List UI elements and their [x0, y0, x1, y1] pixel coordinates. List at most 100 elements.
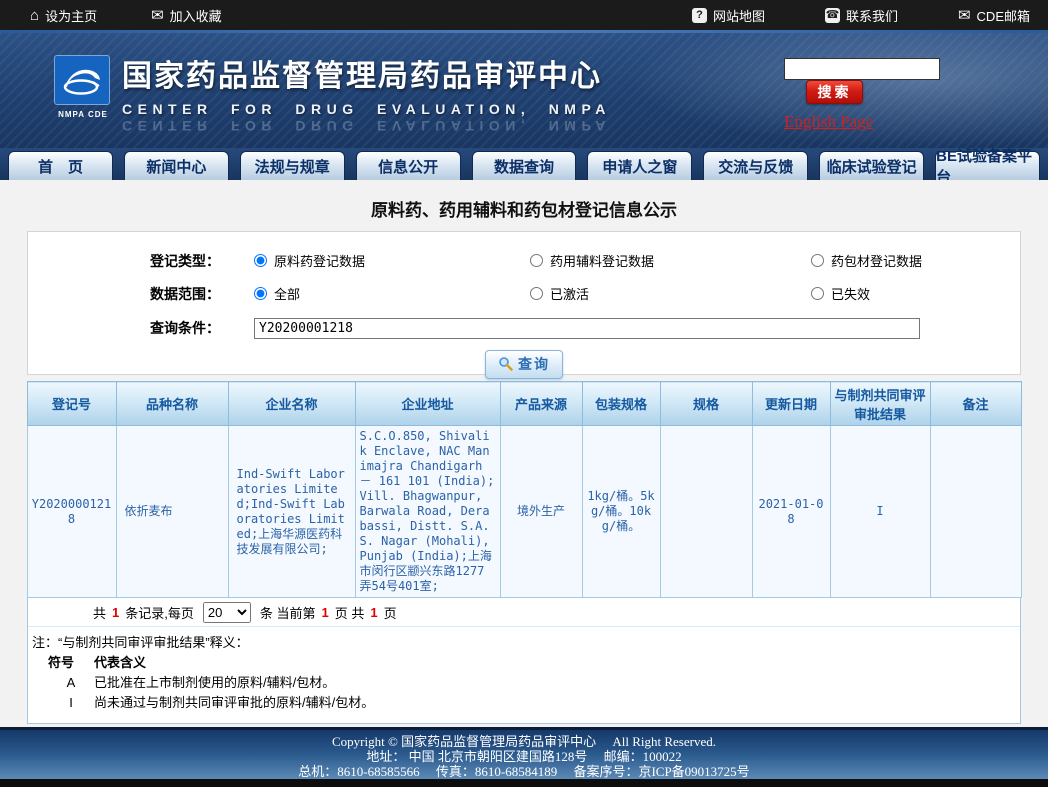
pagination-bar: 共 1 条记录,每页 20 条 当前第 1 页 共 1 页	[28, 598, 1020, 627]
logo-icon	[54, 55, 110, 105]
nav-tab-regulations[interactable]: 法规与规章	[240, 151, 345, 180]
note-meaning-a: 已批准在上市制剂使用的原料/辅料/包材。	[94, 673, 335, 693]
results-table: 登记号 品种名称 企业名称 企业地址 产品来源 包装规格 规格 更新日期 与制剂…	[27, 381, 1022, 598]
site-title-en-reflection: CENTER FOR DRUG EVALUATION, NMPA	[122, 118, 611, 134]
pagination-text: 页 共	[335, 603, 365, 622]
english-page-link[interactable]: English Page	[784, 112, 873, 132]
site-search-button[interactable]: 搜索	[806, 80, 863, 104]
total-page-count: 1	[370, 605, 377, 620]
col-name: 品种名称	[116, 382, 228, 426]
top-utility-bar: ⌂ 设为主页 ✉ 加入收藏 ? 网站地图 ☎ 联系我们 ✉ CDE邮箱	[0, 0, 1048, 30]
col-review-result: 与制剂共同审评审批结果	[830, 382, 930, 426]
footer-copyright: Copyright © 国家药品监督管理局药品审评中心 All Right Re…	[0, 734, 1048, 749]
radio-scope-invalid-input[interactable]	[811, 287, 824, 300]
set-homepage-link[interactable]: ⌂ 设为主页	[30, 6, 97, 25]
topbar-right: ? 网站地图 ☎ 联系我们 ✉ CDE邮箱	[632, 6, 1030, 25]
topbar-left: ⌂ 设为主页 ✉ 加入收藏	[30, 6, 276, 25]
cde-mail-label: CDE邮箱	[977, 6, 1030, 25]
add-favorite-link[interactable]: ✉ 加入收藏	[151, 6, 222, 25]
radio-scope-all-input[interactable]	[254, 287, 267, 300]
cell-spec	[660, 426, 752, 598]
page-root: ⌂ 设为主页 ✉ 加入收藏 ? 网站地图 ☎ 联系我们 ✉ CDE邮箱	[0, 0, 1048, 787]
note-symbol-i: I	[48, 693, 94, 713]
nav-tab-be-platform[interactable]: BE试验备案平台	[935, 151, 1040, 180]
set-homepage-label: 设为主页	[45, 6, 97, 25]
mail-icon: ✉	[958, 8, 971, 23]
cell-source: 境外生产	[500, 426, 582, 598]
footer-address: 地址： 中国 北京市朝阳区建国路128号 邮编：100022	[0, 749, 1048, 764]
scope-label: 数据范围：	[150, 284, 232, 304]
cell-update-date: 2021-01-08	[752, 426, 830, 598]
cde-mail-link[interactable]: ✉ CDE邮箱	[958, 6, 1030, 25]
nav-tab-feedback[interactable]: 交流与反馈	[703, 151, 808, 180]
note-item-i: I 尚未通过与制剂共同审评审批的原料/辅料/包材。	[32, 693, 1012, 713]
col-reg-no: 登记号	[27, 382, 116, 426]
nav-tab-disclosure[interactable]: 信息公开	[356, 151, 461, 180]
sitemap-link[interactable]: ? 网站地图	[692, 6, 765, 25]
nav-tab-clinical-trial[interactable]: 临床试验登记	[819, 151, 924, 180]
note-header-symbol: 符号	[48, 653, 94, 673]
footer-contact: 总机：8610-68585566 传真：8610-68584189 备案序号：京…	[0, 764, 1048, 779]
scope-row: 数据范围： 全部 已激活 已失效	[28, 277, 1020, 310]
table-header-row: 登记号 品种名称 企业名称 企业地址 产品来源 包装规格 规格 更新日期 与制剂…	[27, 382, 1021, 426]
cell-company: Ind-Swift Laboratories Limited;Ind-Swift…	[228, 426, 355, 598]
note-header: 符号 代表含义	[32, 653, 1012, 673]
col-remark: 备注	[930, 382, 1021, 426]
radio-api-data[interactable]: 原料药登记数据	[254, 251, 530, 270]
query-button[interactable]: 查询	[485, 350, 563, 379]
query-condition-input[interactable]	[254, 318, 920, 339]
question-icon: ?	[692, 8, 707, 23]
pagination-text: 共	[93, 603, 106, 622]
nav-tab-data-query[interactable]: 数据查询	[472, 151, 577, 180]
table-row: Y20200001218 依折麦布 Ind-Swift Laboratories…	[27, 426, 1021, 598]
main-content: 原料药、药用辅料和药包材登记信息公示 登记类型： 原料药登记数据 药用辅料登记数…	[0, 180, 1048, 727]
nmpa-cde-logo[interactable]: NMPA CDE	[54, 55, 112, 119]
site-title-block: 国家药品监督管理局药品审评中心 CENTER FOR DRUG EVALUATI…	[122, 51, 611, 134]
cell-package: 1kg/桶。5kg/桶。10kg/桶。	[582, 426, 660, 598]
nav-tab-home[interactable]: 首 页	[8, 151, 113, 180]
current-page-number: 1	[322, 605, 329, 620]
magnifier-icon	[498, 356, 513, 371]
radio-excipient-data[interactable]: 药用辅料登记数据	[530, 251, 811, 270]
query-button-row: 查询	[28, 346, 1020, 382]
site-search-input[interactable]	[784, 58, 940, 80]
note-title: 注：“与制剂共同审评审批结果”释义：	[32, 633, 1012, 653]
site-footer: Copyright © 国家药品监督管理局药品审评中心 All Right Re…	[0, 730, 1048, 779]
add-favorite-label: 加入收藏	[170, 6, 222, 25]
cell-review-result: I	[830, 426, 930, 598]
reg-type-row: 登记类型： 原料药登记数据 药用辅料登记数据 药包材登记数据	[28, 244, 1020, 277]
cell-reg-no: Y20200001218	[27, 426, 116, 598]
main-nav: 首 页 新闻中心 法规与规章 信息公开 数据查询 申请人之窗 交流与反馈 临床试…	[0, 148, 1048, 180]
cell-name: 依折麦布	[116, 426, 228, 598]
radio-packaging-data-input[interactable]	[811, 254, 824, 267]
radio-scope-all[interactable]: 全部	[254, 284, 530, 303]
col-source: 产品来源	[500, 382, 582, 426]
col-company: 企业名称	[228, 382, 355, 426]
col-package: 包装规格	[582, 382, 660, 426]
radio-scope-invalid[interactable]: 已失效	[811, 284, 870, 303]
radio-excipient-data-input[interactable]	[530, 254, 543, 267]
envelope-icon: ✉	[151, 8, 164, 23]
reg-type-label: 登记类型：	[150, 251, 232, 271]
site-title-cn: 国家药品监督管理局药品审评中心	[122, 51, 611, 95]
total-record-count: 1	[112, 605, 119, 620]
note-header-meaning: 代表含义	[94, 653, 146, 673]
radio-scope-active-input[interactable]	[530, 287, 543, 300]
note-meaning-i: 尚未通过与制剂共同审评审批的原料/辅料/包材。	[94, 693, 374, 713]
contact-label: 联系我们	[846, 6, 898, 25]
col-update-date: 更新日期	[752, 382, 830, 426]
note-symbol-a: A	[48, 673, 94, 693]
bottom-box: 共 1 条记录,每页 20 条 当前第 1 页 共 1 页 注：“与制剂共同审评…	[27, 598, 1021, 724]
legend-notes: 注：“与制剂共同审评审批结果”释义： 符号 代表含义 A 已批准在上市制剂使用的…	[28, 627, 1020, 723]
radio-packaging-data[interactable]: 药包材登记数据	[811, 251, 922, 270]
query-condition-row: 查询条件：	[28, 310, 1020, 346]
footer-bottom-bar	[0, 779, 1048, 787]
radio-api-data-input[interactable]	[254, 254, 267, 267]
contact-link[interactable]: ☎ 联系我们	[825, 6, 898, 25]
nav-tab-applicant[interactable]: 申请人之窗	[587, 151, 692, 180]
page-size-select[interactable]: 20	[203, 602, 251, 623]
radio-scope-active[interactable]: 已激活	[530, 284, 811, 303]
site-title-en: CENTER FOR DRUG EVALUATION, NMPA	[122, 101, 611, 117]
home-icon: ⌂	[30, 8, 39, 23]
nav-tab-news[interactable]: 新闻中心	[124, 151, 229, 180]
